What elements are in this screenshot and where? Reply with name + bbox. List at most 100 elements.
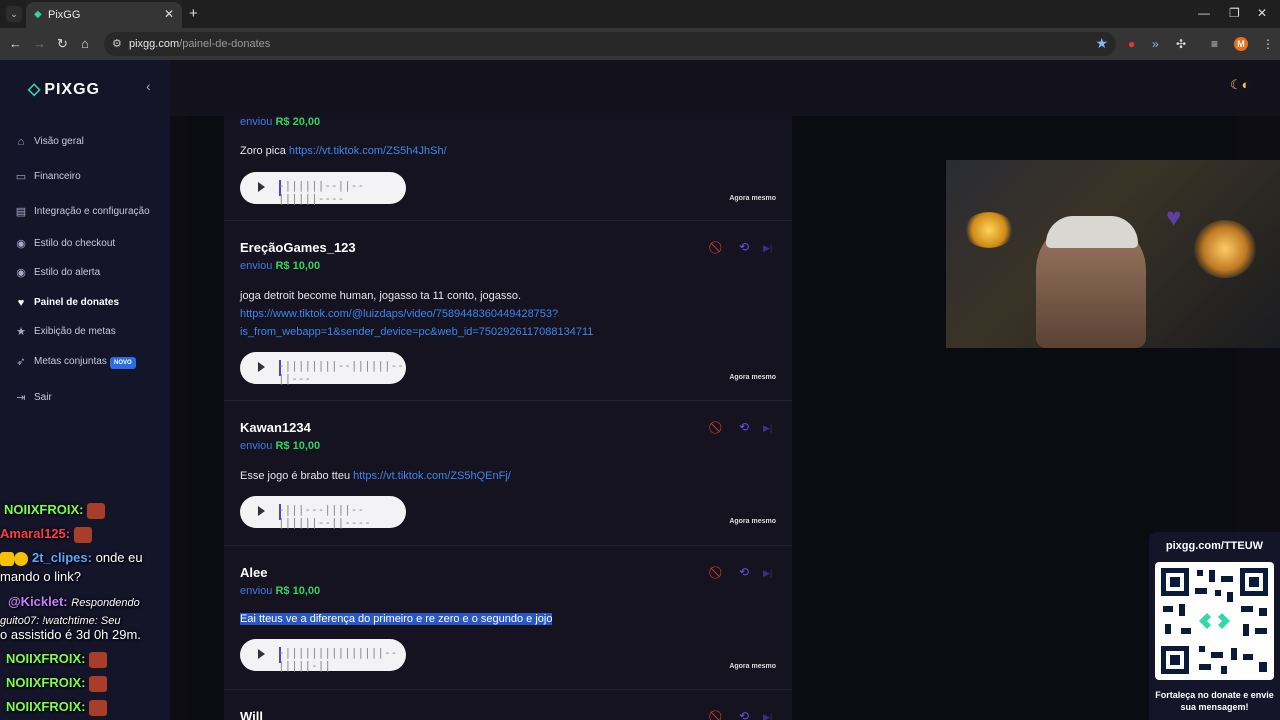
close-tab-icon[interactable]: ✕ bbox=[164, 7, 174, 21]
play-icon[interactable] bbox=[258, 649, 265, 659]
skip-icon[interactable]: ▶| bbox=[763, 711, 772, 720]
waveform: -||||||||--||||||--||--- bbox=[278, 359, 404, 385]
reload-icon[interactable]: ↻ bbox=[57, 36, 68, 52]
sidebar-item-estilo-alerta[interactable]: ◉ Estilo do alerta bbox=[14, 265, 164, 283]
extensions-puzzle-icon[interactable]: ✣ bbox=[1176, 36, 1186, 52]
chat-message: NOIIXFROIX: bbox=[6, 675, 108, 692]
sidebar-item-integracao[interactable]: ▤ Integração e configuração bbox=[14, 204, 164, 222]
sidebar-item-estilo-checkout[interactable]: ◉ Estilo do checkout bbox=[14, 236, 164, 254]
tab-title: PixGG bbox=[48, 9, 81, 21]
sidebar-item-exibicao-metas[interactable]: ★ Exibição de metas bbox=[14, 324, 164, 342]
address-bar[interactable]: ⚙ pixgg.com/painel-de-donates ★ bbox=[104, 32, 1116, 56]
bookmark-star-icon[interactable]: ★ bbox=[1095, 35, 1108, 52]
play-icon[interactable] bbox=[258, 506, 265, 516]
home-icon[interactable]: ⌂ bbox=[81, 36, 89, 52]
chat-message: mando o link? bbox=[0, 569, 81, 584]
crown-badge-icon bbox=[0, 551, 14, 566]
chat-message: NOIIXFROIX: bbox=[6, 699, 108, 716]
skip-icon[interactable]: ▶| bbox=[763, 422, 772, 434]
theme-toggle-moon-icon[interactable]: ☾◐ bbox=[1230, 77, 1250, 93]
replay-icon[interactable]: ⟲ bbox=[739, 710, 749, 720]
sidebar-item-visao-geral[interactable]: ⌂ Visão geral bbox=[14, 134, 164, 152]
audio-player[interactable]: -||||||--||--||||||---- bbox=[240, 172, 406, 205]
play-icon[interactable] bbox=[258, 182, 265, 192]
audio-player[interactable]: -|||---||||--||||||--||---- bbox=[240, 496, 406, 529]
donate-qr-overlay: pixgg.com/TTEUW Fortaleça no donate e en… bbox=[1149, 532, 1280, 720]
extension-red-icon[interactable]: ● bbox=[1128, 36, 1135, 52]
emote-icon bbox=[87, 502, 106, 519]
browser-menu-icon[interactable]: ⋮ bbox=[1262, 36, 1274, 52]
new-badge: NOVO bbox=[110, 357, 136, 369]
donation-card: EreçãoGames_123 enviou R$ 10,00 ⃠ ⟲ ▶| j… bbox=[224, 221, 792, 401]
replay-icon[interactable]: ⟲ bbox=[739, 566, 749, 578]
donate-cta: Fortaleça no donate e envie sua mensagem… bbox=[1155, 690, 1274, 712]
donation-time: Agora mesmo bbox=[729, 518, 776, 525]
donation-card: Kawan1234 enviou R$ 10,00 ⃠ ⟲ ▶| Esse jo… bbox=[224, 401, 792, 546]
play-icon[interactable] bbox=[258, 362, 265, 372]
sidebar-item-sair[interactable]: ⇥ Sair bbox=[14, 390, 164, 408]
donation-message: Zoro pica https://vt.tiktok.com/ZS5h4JhS… bbox=[240, 145, 447, 157]
sidebar-item-metas-conjuntas[interactable]: ➶ Metas conjuntas NOVO bbox=[14, 354, 164, 372]
emote-icon bbox=[89, 699, 108, 716]
collapse-sidebar-icon[interactable]: ‹ bbox=[146, 78, 151, 94]
chat-message: Amaral125: bbox=[0, 526, 93, 543]
browser-tab[interactable]: ◆ PixGG ✕ bbox=[26, 2, 182, 28]
sidebar-item-painel-donates[interactable]: ♥ Painel de donates bbox=[14, 295, 164, 313]
skip-icon[interactable]: ▶| bbox=[763, 567, 772, 579]
qr-code-graphic bbox=[1161, 568, 1268, 674]
sidebar-item-label: Estilo do checkout bbox=[34, 238, 116, 249]
stream-chat-overlay: NOIIXFROIX: Amaral125: 2t_clipes: onde e… bbox=[0, 500, 180, 720]
minimize-icon[interactable]: — bbox=[1198, 6, 1210, 20]
donation-link[interactable]: https://vt.tiktok.com/ZS5hQEnFj/ bbox=[353, 470, 511, 482]
restore-icon[interactable]: ❐ bbox=[1229, 6, 1240, 20]
donate-url: pixgg.com/TTEUW bbox=[1165, 540, 1264, 552]
sidebar-item-label: Metas conjuntas bbox=[34, 356, 107, 367]
forward-icon[interactable]: → bbox=[33, 36, 46, 52]
donation-time: Agora mesmo bbox=[729, 374, 776, 381]
waveform: -|||---||||--||||||--||---- bbox=[278, 503, 371, 529]
selected-text[interactable]: Eai tteus ve a diferença do primeiro e r… bbox=[240, 613, 553, 625]
donation-time: Agora mesmo bbox=[729, 195, 776, 202]
extension-wave-icon[interactable]: » bbox=[1152, 36, 1159, 52]
chat-message: NOIIXFROIX: bbox=[4, 502, 106, 519]
browser-toolbar: ← → ↻ ⌂ ⚙ pixgg.com/painel-de-donates ★ … bbox=[0, 28, 1280, 60]
donation-card: Alee enviou R$ 10,00 ⃠ ⟲ ▶| Eai tteus ve… bbox=[224, 546, 792, 690]
donation-message: Esse jogo é brabo tteu https://vt.tiktok… bbox=[240, 470, 511, 482]
wallet-icon: ▭ bbox=[15, 171, 27, 183]
lamp-light bbox=[964, 212, 1014, 248]
close-window-icon[interactable]: ✕ bbox=[1257, 6, 1267, 20]
donation-link-continued[interactable]: is_from_webapp=1&sender_device=pc&web_id… bbox=[240, 323, 640, 341]
donor-name: Will bbox=[240, 709, 263, 720]
replay-icon[interactable]: ⟲ bbox=[739, 421, 749, 433]
lamp-light bbox=[1194, 220, 1256, 278]
donor-name: Alee bbox=[240, 565, 268, 580]
pixgg-logo[interactable]: ◇ PIXGG bbox=[28, 79, 100, 98]
donation-link[interactable]: https://vt.tiktok.com/ZS5h4JhSh/ bbox=[289, 145, 447, 157]
site-info-icon[interactable]: ⚙ bbox=[112, 37, 122, 50]
page-header bbox=[170, 60, 1280, 116]
audio-player[interactable]: -||||||||--||||||--||--- bbox=[240, 352, 406, 385]
donation-time: Agora mesmo bbox=[729, 663, 776, 670]
sidebar-item-label: Integração e configuração bbox=[34, 206, 150, 217]
donation-link[interactable]: https://www.tiktok.com/@luizdaps/video/7… bbox=[240, 305, 640, 323]
new-tab-icon[interactable]: + bbox=[189, 5, 198, 22]
back-icon[interactable]: ← bbox=[9, 36, 22, 52]
sidebar-item-financeiro[interactable]: ▭ Financeiro bbox=[14, 169, 164, 187]
chat-message: NOIIXFROIX: bbox=[6, 651, 108, 668]
pixgg-page: ☾◐ ◇ PIXGG ‹ ⌂ Visão geral ▭ Financeiro ▤… bbox=[0, 60, 1280, 720]
emote-icon bbox=[74, 526, 93, 543]
logout-icon: ⇥ bbox=[16, 392, 26, 404]
waveform: -|||||||||||||||--|||||-|| bbox=[278, 646, 398, 672]
webcam-overlay: ♥ bbox=[946, 160, 1280, 348]
audio-player[interactable]: -|||||||||||||||--|||||-|| bbox=[240, 639, 406, 672]
profile-avatar[interactable]: M bbox=[1234, 37, 1248, 51]
sidebar-item-label: Estilo do alerta bbox=[34, 267, 101, 278]
skip-icon[interactable]: ▶| bbox=[763, 242, 772, 254]
sidebar-item-label: Sair bbox=[34, 392, 52, 403]
pixgg-logo-icon: ◇ bbox=[28, 81, 42, 98]
tab-search-icon[interactable]: ⌄ bbox=[6, 6, 22, 22]
palette-icon: ◉ bbox=[16, 267, 26, 279]
replay-icon[interactable]: ⟲ bbox=[739, 241, 749, 253]
donate-icon: ♥ bbox=[17, 297, 25, 309]
media-controls-icon[interactable]: ≡ bbox=[1211, 36, 1218, 52]
